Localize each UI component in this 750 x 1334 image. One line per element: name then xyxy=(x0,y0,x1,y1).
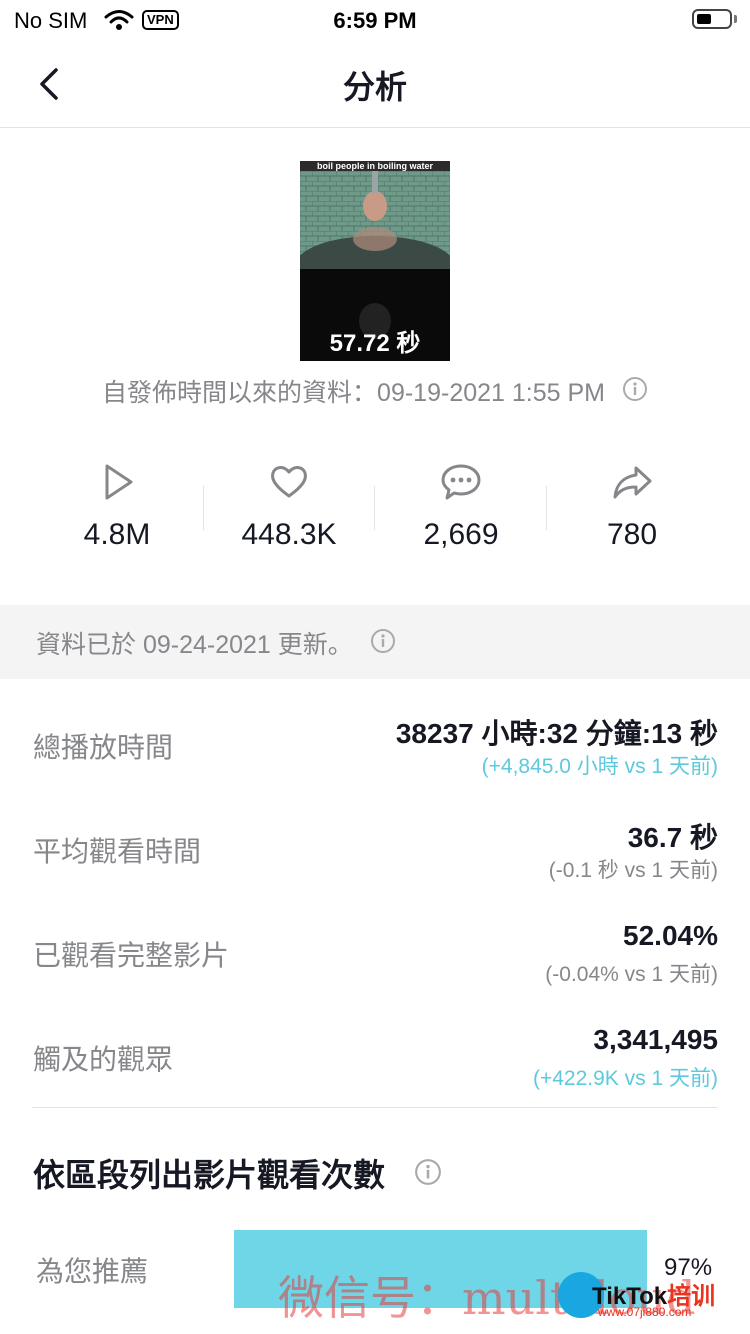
stat-divider xyxy=(546,486,547,530)
video-duration: 57.72 秒 xyxy=(329,330,421,357)
share-icon xyxy=(613,466,652,499)
video-thumbnail[interactable]: boil people in boiling water 57.72 秒 xyxy=(300,161,450,361)
nav-bar: 分析 xyxy=(0,44,750,128)
status-bar: No SIM VPN 6:59 PM xyxy=(0,0,750,44)
comments-count: 2,669 xyxy=(423,518,499,551)
battery-tip xyxy=(734,15,737,23)
stat-likes: 448.3K xyxy=(214,460,364,560)
shares-count: 780 xyxy=(606,518,658,551)
traffic-source-label: 為您推薦 xyxy=(36,1256,149,1287)
metric-label-total-play-time: 總播放時間 xyxy=(33,732,174,763)
section-title-text: 依區段列出影片觀看次數 xyxy=(33,1157,386,1193)
metric-delta-full-watched: (-0.04% vs 1 天前) xyxy=(545,963,718,986)
back-button[interactable] xyxy=(30,64,70,104)
stat-views: 4.8M xyxy=(42,460,192,560)
updated-banner: 資料已於 09-24-2021 更新。 xyxy=(0,605,750,679)
metric-delta-total-play-time: (+4,845.0 小時 vs 1 天前) xyxy=(481,755,718,778)
info-icon[interactable] xyxy=(370,628,396,661)
section-title: 依區段列出影片觀看次數 xyxy=(33,1150,442,1196)
stat-divider xyxy=(374,486,375,530)
metric-value-avg-watch-time: 36.7 秒 xyxy=(627,822,718,853)
metric-label-full-watched: 已觀看完整影片 xyxy=(33,940,230,971)
views-count: 4.8M xyxy=(83,518,151,551)
stat-shares: 780 xyxy=(557,460,707,560)
comment-icon xyxy=(441,464,481,500)
metric-label-reached-audience: 觸及的觀眾 xyxy=(33,1044,174,1075)
watermark-url: www.07ji880.com xyxy=(598,1305,692,1319)
metric-value-total-play-time: 38237 小時:32 分鐘:13 秒 xyxy=(395,718,718,749)
stat-comments: 2,669 xyxy=(386,460,536,560)
metric-delta-avg-watch-time: (-0.1 秒 vs 1 天前) xyxy=(548,859,718,882)
chevron-left-icon xyxy=(40,68,58,100)
updated-date-text: 資料已於 09-24-2021 更新。 xyxy=(36,631,353,659)
heart-icon xyxy=(271,466,307,498)
page-title: 分析 xyxy=(342,69,407,105)
thumbnail-caption: boil people in boiling water xyxy=(316,161,433,171)
stat-divider xyxy=(203,486,204,530)
posted-since: 自發佈時間以來的資料：09-19-2021 1:55 PM xyxy=(0,373,750,411)
play-icon xyxy=(105,464,133,500)
metric-value-full-watched: 52.04% xyxy=(623,920,718,951)
likes-count: 448.3K xyxy=(241,518,337,551)
updated-text: 資料已於 09-24-2021 更新。 xyxy=(36,625,396,663)
metric-value-reached-audience: 3,341,495 xyxy=(593,1024,718,1055)
metric-label-avg-watch-time: 平均觀看時間 xyxy=(33,836,202,867)
info-icon[interactable] xyxy=(622,376,648,409)
metric-delta-reached-audience: (+422.9K vs 1 天前) xyxy=(533,1067,718,1090)
clock: 6:59 PM xyxy=(333,8,417,33)
posted-since-text: 自發佈時間以來的資料：09-19-2021 1:55 PM xyxy=(102,379,605,407)
battery-icon xyxy=(692,9,732,29)
info-icon[interactable] xyxy=(414,1157,442,1194)
section-divider xyxy=(32,1107,718,1108)
